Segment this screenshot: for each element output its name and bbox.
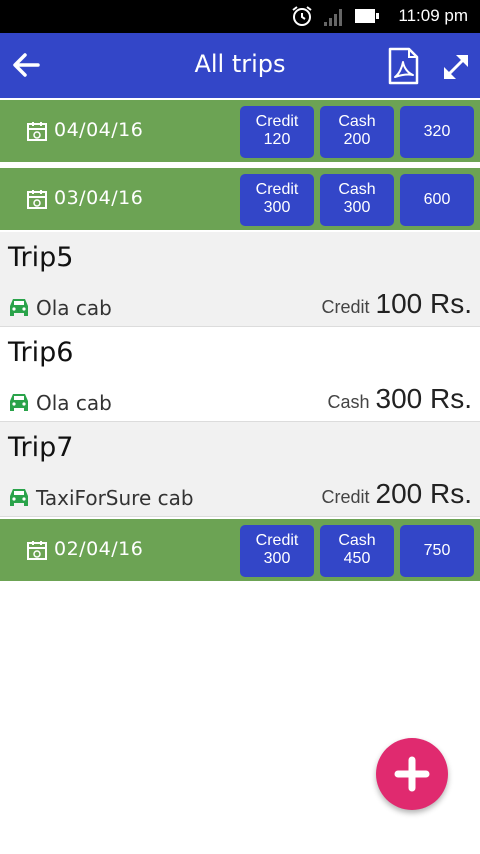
- day-summary[interactable]: 03/04/16 Credit 300 Cash 300 600: [0, 166, 480, 230]
- payment-mode: Cash: [327, 392, 370, 412]
- credit-label: Credit: [255, 532, 299, 549]
- day-summary[interactable]: 04/04/16 Credit 120 Cash 200 320: [0, 98, 480, 162]
- trip-name: Trip6: [8, 337, 74, 368]
- add-trip-button[interactable]: [376, 738, 448, 810]
- day-date: 02/04/16: [54, 538, 144, 560]
- credit-value: 300: [263, 550, 291, 567]
- cab-name: Ola cab: [36, 296, 112, 320]
- day-total-box: 750: [400, 525, 474, 577]
- trip-amount: Credit 200 Rs.: [321, 478, 472, 510]
- credit-label: Credit: [255, 113, 299, 130]
- battery-icon: [355, 9, 379, 23]
- trip-name: Trip5: [8, 242, 74, 273]
- credit-value: 300: [263, 199, 291, 216]
- signal-icon: [324, 9, 342, 26]
- cash-value: 200: [343, 131, 371, 148]
- payment-mode: Credit: [321, 297, 370, 317]
- cash-total-box: Cash 450: [320, 525, 394, 577]
- expand-icon[interactable]: [438, 49, 474, 85]
- amount-value: 100 Rs.: [375, 288, 473, 319]
- cash-label: Cash: [338, 113, 376, 130]
- cash-label: Cash: [338, 181, 376, 198]
- day-summary[interactable]: 02/04/16 Credit 300 Cash 450 750: [0, 517, 480, 581]
- cash-value: 300: [343, 199, 371, 216]
- trip-row[interactable]: Trip7 TaxiForSure cab Credit 200 Rs.: [0, 422, 480, 517]
- car-icon: [10, 394, 28, 411]
- payment-mode: Credit: [321, 487, 370, 507]
- calendar-icon: [27, 122, 47, 141]
- day-total-box: 600: [400, 174, 474, 226]
- car-icon: [10, 489, 28, 506]
- calendar-icon: [27, 190, 47, 209]
- credit-total-box: Credit 120: [240, 106, 314, 158]
- cab-name: TaxiForSure cab: [36, 486, 194, 510]
- credit-total-box: Credit 300: [240, 525, 314, 577]
- trip-name: Trip7: [8, 432, 74, 463]
- status-time: 11:09 pm: [398, 6, 468, 25]
- credit-label: Credit: [255, 181, 299, 198]
- day-total-box: 320: [400, 106, 474, 158]
- cash-label: Cash: [338, 532, 376, 549]
- cash-total-box: Cash 300: [320, 174, 394, 226]
- day-date: 04/04/16: [54, 119, 144, 141]
- app-bar: All trips: [0, 33, 480, 98]
- car-icon: [10, 299, 28, 316]
- cash-value: 450: [343, 550, 371, 567]
- trip-row[interactable]: Trip6 Ola cab Cash 300 Rs.: [0, 327, 480, 422]
- day-date: 03/04/16: [54, 187, 144, 209]
- pdf-icon[interactable]: [385, 47, 421, 85]
- credit-value: 120: [263, 131, 291, 148]
- amount-value: 300 Rs.: [375, 383, 473, 414]
- trip-amount: Credit 100 Rs.: [321, 288, 472, 320]
- cab-name: Ola cab: [36, 391, 112, 415]
- calendar-icon: [27, 541, 47, 560]
- cash-total-box: Cash 200: [320, 106, 394, 158]
- alarm-icon: [292, 6, 312, 26]
- trip-amount: Cash 300 Rs.: [327, 383, 472, 415]
- status-bar: 11:09 pm: [0, 0, 480, 33]
- credit-total-box: Credit 300: [240, 174, 314, 226]
- amount-value: 200 Rs.: [375, 478, 473, 509]
- trip-row[interactable]: Trip5 Ola cab Credit 100 Rs.: [0, 232, 480, 327]
- plus-icon: [394, 756, 430, 792]
